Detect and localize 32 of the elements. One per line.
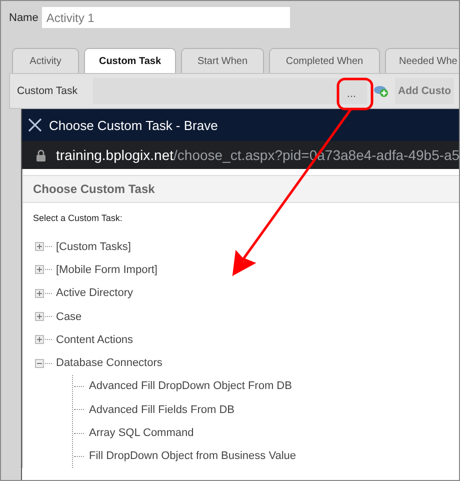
tree-item[interactable]: Fill DropDown Object from Business Value: [89, 450, 296, 462]
url-host: training.bplogix.net: [56, 147, 174, 163]
expand-icon[interactable]: [35, 288, 44, 298]
tree-item[interactable]: Array SQL Command: [89, 427, 194, 440]
tab[interactable]: Activity: [12, 48, 79, 73]
add-icon[interactable]: [373, 84, 389, 98]
tree-item[interactable]: Active Directory: [56, 287, 134, 300]
window-title: Choose Custom Task - Brave: [49, 118, 218, 132]
name-label: Name: [9, 12, 38, 24]
tab[interactable]: Completed When: [269, 48, 380, 73]
expand-icon[interactable]: [35, 312, 44, 322]
lock-icon: [36, 148, 46, 162]
tab[interactable]: Start When: [181, 48, 264, 73]
tree-item[interactable]: Content Actions: [56, 334, 134, 346]
tab[interactable]: Custom Task: [84, 48, 176, 73]
prompt-text: Select a Custom Task:: [32, 212, 124, 223]
tree-item[interactable]: Case: [56, 310, 82, 323]
dialog-header: Choose Custom Task: [23, 175, 459, 203]
expand-icon[interactable]: [35, 265, 44, 274]
tree-item[interactable]: Database Connectors: [56, 357, 162, 370]
highlight-outline: [336, 78, 374, 110]
tree-item[interactable]: [Mobile Form Import]: [56, 264, 158, 276]
tree-item[interactable]: Advanced Fill Fields From DB: [89, 404, 234, 416]
collapse-icon[interactable]: [35, 358, 44, 368]
tree-item[interactable]: Advanced Fill DropDown Object From DB: [89, 380, 292, 392]
expand-icon[interactable]: [35, 335, 44, 344]
tab[interactable]: Needed Whe: [385, 48, 459, 73]
expand-icon[interactable]: [35, 242, 44, 252]
custom-task-label: Custom Task: [16, 85, 78, 97]
name-field[interactable]: Activity 1: [42, 7, 290, 28]
custom-task-field[interactable]: [93, 78, 336, 104]
tree-item[interactable]: [Custom Tasks]: [56, 240, 131, 253]
